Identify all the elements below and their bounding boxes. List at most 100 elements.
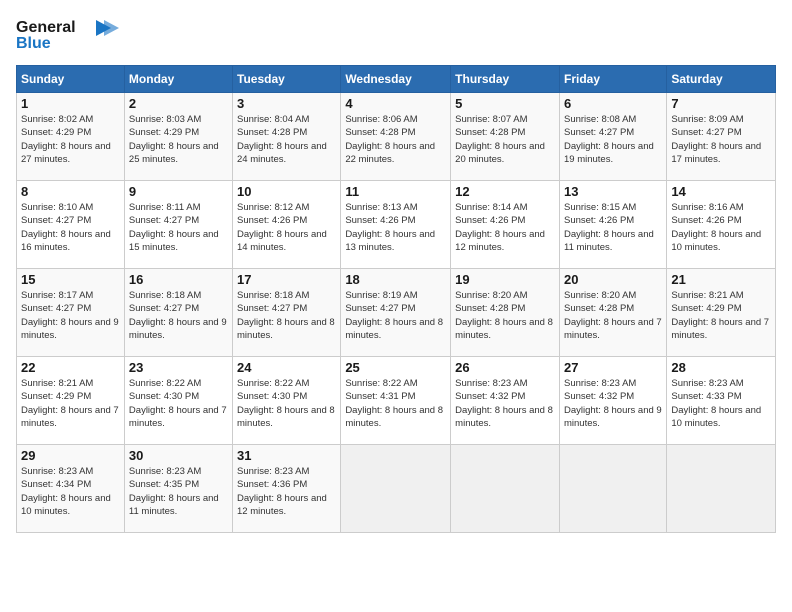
day-info: Sunrise: 8:23 AMSunset: 4:32 PMDaylight:…: [564, 377, 662, 430]
day-info: Sunrise: 8:12 AMSunset: 4:26 PMDaylight:…: [237, 201, 336, 254]
day-number: 21: [671, 272, 771, 287]
day-number: 25: [345, 360, 446, 375]
calendar-cell: 9 Sunrise: 8:11 AMSunset: 4:27 PMDaylight…: [124, 181, 232, 269]
day-info: Sunrise: 8:02 AMSunset: 4:29 PMDaylight:…: [21, 113, 120, 166]
day-number: 7: [671, 96, 771, 111]
calendar-cell: 13 Sunrise: 8:15 AMSunset: 4:26 PMDayligh…: [559, 181, 666, 269]
day-info: Sunrise: 8:07 AMSunset: 4:28 PMDaylight:…: [455, 113, 555, 166]
day-number: 9: [129, 184, 228, 199]
day-info: Sunrise: 8:15 AMSunset: 4:26 PMDaylight:…: [564, 201, 662, 254]
calendar-table: Sunday Monday Tuesday Wednesday Thursday…: [16, 65, 776, 533]
day-info: Sunrise: 8:04 AMSunset: 4:28 PMDaylight:…: [237, 113, 336, 166]
calendar-cell: 24 Sunrise: 8:22 AMSunset: 4:30 PMDayligh…: [233, 357, 341, 445]
day-number: 11: [345, 184, 446, 199]
day-number: 24: [237, 360, 336, 375]
day-number: 23: [129, 360, 228, 375]
calendar-cell: 8Sunrise: 8:10 AMSunset: 4:27 PMDaylight…: [17, 181, 125, 269]
day-number: 28: [671, 360, 771, 375]
calendar-cell: 30 Sunrise: 8:23 AMSunset: 4:35 PMDayligh…: [124, 445, 232, 533]
day-number: 17: [237, 272, 336, 287]
header-row: Sunday Monday Tuesday Wednesday Thursday…: [17, 66, 776, 93]
calendar-week-row: 1 Sunrise: 8:02 AMSunset: 4:29 PMDaylight…: [17, 93, 776, 181]
day-number: 27: [564, 360, 662, 375]
day-number: 2: [129, 96, 228, 111]
page-container: General Blue Sunday Monday Tuesday Wedne…: [0, 0, 792, 541]
calendar-cell: 20Sunrise: 8:20 AMSunset: 4:28 PMDayligh…: [559, 269, 666, 357]
col-friday: Friday: [559, 66, 666, 93]
calendar-cell: 28 Sunrise: 8:23 AMSunset: 4:33 PMDayligh…: [667, 357, 776, 445]
day-info: Sunrise: 8:14 AMSunset: 4:26 PMDaylight:…: [455, 201, 555, 254]
day-number: 19: [455, 272, 555, 287]
col-sunday: Sunday: [17, 66, 125, 93]
col-monday: Monday: [124, 66, 232, 93]
col-wednesday: Wednesday: [341, 66, 451, 93]
calendar-cell: 16 Sunrise: 8:18 AMSunset: 4:27 PMDayligh…: [124, 269, 232, 357]
calendar-cell: [451, 445, 560, 533]
day-number: 18: [345, 272, 446, 287]
calendar-week-row: 29 Sunrise: 8:23 AMSunset: 4:34 PMDayligh…: [17, 445, 776, 533]
calendar-cell: 1 Sunrise: 8:02 AMSunset: 4:29 PMDaylight…: [17, 93, 125, 181]
calendar-cell: [667, 445, 776, 533]
calendar-week-row: 22 Sunrise: 8:21 AMSunset: 4:29 PMDayligh…: [17, 357, 776, 445]
calendar-cell: 17 Sunrise: 8:18 AMSunset: 4:27 PMDayligh…: [233, 269, 341, 357]
day-number: 3: [237, 96, 336, 111]
logo: General Blue: [16, 12, 126, 57]
calendar-cell: 3 Sunrise: 8:04 AMSunset: 4:28 PMDaylight…: [233, 93, 341, 181]
day-number: 15: [21, 272, 120, 287]
calendar-cell: 12 Sunrise: 8:14 AMSunset: 4:26 PMDayligh…: [451, 181, 560, 269]
calendar-cell: 10 Sunrise: 8:12 AMSunset: 4:26 PMDayligh…: [233, 181, 341, 269]
calendar-cell: 31Sunrise: 8:23 AMSunset: 4:36 PMDayligh…: [233, 445, 341, 533]
calendar-cell: 26Sunrise: 8:23 AMSunset: 4:32 PMDayligh…: [451, 357, 560, 445]
day-number: 1: [21, 96, 120, 111]
day-info: Sunrise: 8:22 AMSunset: 4:30 PMDaylight:…: [129, 377, 228, 430]
day-number: 8: [21, 184, 120, 199]
calendar-cell: 29 Sunrise: 8:23 AMSunset: 4:34 PMDayligh…: [17, 445, 125, 533]
calendar-cell: 22 Sunrise: 8:21 AMSunset: 4:29 PMDayligh…: [17, 357, 125, 445]
calendar-cell: 11 Sunrise: 8:13 AMSunset: 4:26 PMDayligh…: [341, 181, 451, 269]
day-info: Sunrise: 8:20 AMSunset: 4:28 PMDaylight:…: [564, 289, 662, 342]
day-info: Sunrise: 8:23 AMSunset: 4:34 PMDaylight:…: [21, 465, 120, 518]
day-info: Sunrise: 8:09 AMSunset: 4:27 PMDaylight:…: [671, 113, 771, 166]
day-number: 13: [564, 184, 662, 199]
day-info: Sunrise: 8:20 AMSunset: 4:28 PMDaylight:…: [455, 289, 555, 342]
svg-text:General: General: [16, 19, 76, 36]
col-thursday: Thursday: [451, 66, 560, 93]
calendar-cell: 18Sunrise: 8:19 AMSunset: 4:27 PMDayligh…: [341, 269, 451, 357]
day-info: Sunrise: 8:21 AMSunset: 4:29 PMDaylight:…: [21, 377, 120, 430]
day-info: Sunrise: 8:23 AMSunset: 4:35 PMDaylight:…: [129, 465, 228, 518]
day-number: 26: [455, 360, 555, 375]
calendar-cell: 15 Sunrise: 8:17 AMSunset: 4:27 PMDayligh…: [17, 269, 125, 357]
calendar-cell: 21Sunrise: 8:21 AMSunset: 4:29 PMDayligh…: [667, 269, 776, 357]
logo-svg: General Blue: [16, 12, 126, 52]
calendar-week-row: 8Sunrise: 8:10 AMSunset: 4:27 PMDaylight…: [17, 181, 776, 269]
day-info: Sunrise: 8:13 AMSunset: 4:26 PMDaylight:…: [345, 201, 446, 254]
calendar-header: Sunday Monday Tuesday Wednesday Thursday…: [17, 66, 776, 93]
col-saturday: Saturday: [667, 66, 776, 93]
day-number: 14: [671, 184, 771, 199]
day-number: 6: [564, 96, 662, 111]
day-number: 16: [129, 272, 228, 287]
day-number: 31: [237, 448, 336, 463]
day-info: Sunrise: 8:17 AMSunset: 4:27 PMDaylight:…: [21, 289, 120, 342]
calendar-cell: 25Sunrise: 8:22 AMSunset: 4:31 PMDayligh…: [341, 357, 451, 445]
day-number: 29: [21, 448, 120, 463]
day-info: Sunrise: 8:08 AMSunset: 4:27 PMDaylight:…: [564, 113, 662, 166]
calendar-week-row: 15 Sunrise: 8:17 AMSunset: 4:27 PMDayligh…: [17, 269, 776, 357]
calendar-cell: [341, 445, 451, 533]
day-info: Sunrise: 8:23 AMSunset: 4:33 PMDaylight:…: [671, 377, 771, 430]
day-number: 30: [129, 448, 228, 463]
day-number: 10: [237, 184, 336, 199]
day-info: Sunrise: 8:18 AMSunset: 4:27 PMDaylight:…: [237, 289, 336, 342]
day-info: Sunrise: 8:18 AMSunset: 4:27 PMDaylight:…: [129, 289, 228, 342]
day-number: 12: [455, 184, 555, 199]
col-tuesday: Tuesday: [233, 66, 341, 93]
day-info: Sunrise: 8:11 AMSunset: 4:27 PMDaylight:…: [129, 201, 228, 254]
day-number: 22: [21, 360, 120, 375]
calendar-cell: 23 Sunrise: 8:22 AMSunset: 4:30 PMDayligh…: [124, 357, 232, 445]
calendar-cell: 4Sunrise: 8:06 AMSunset: 4:28 PMDaylight…: [341, 93, 451, 181]
calendar-cell: 5Sunrise: 8:07 AMSunset: 4:28 PMDaylight…: [451, 93, 560, 181]
calendar-cell: 6 Sunrise: 8:08 AMSunset: 4:27 PMDaylight…: [559, 93, 666, 181]
calendar-cell: 27 Sunrise: 8:23 AMSunset: 4:32 PMDayligh…: [559, 357, 666, 445]
day-info: Sunrise: 8:22 AMSunset: 4:30 PMDaylight:…: [237, 377, 336, 430]
calendar-cell: 7 Sunrise: 8:09 AMSunset: 4:27 PMDaylight…: [667, 93, 776, 181]
